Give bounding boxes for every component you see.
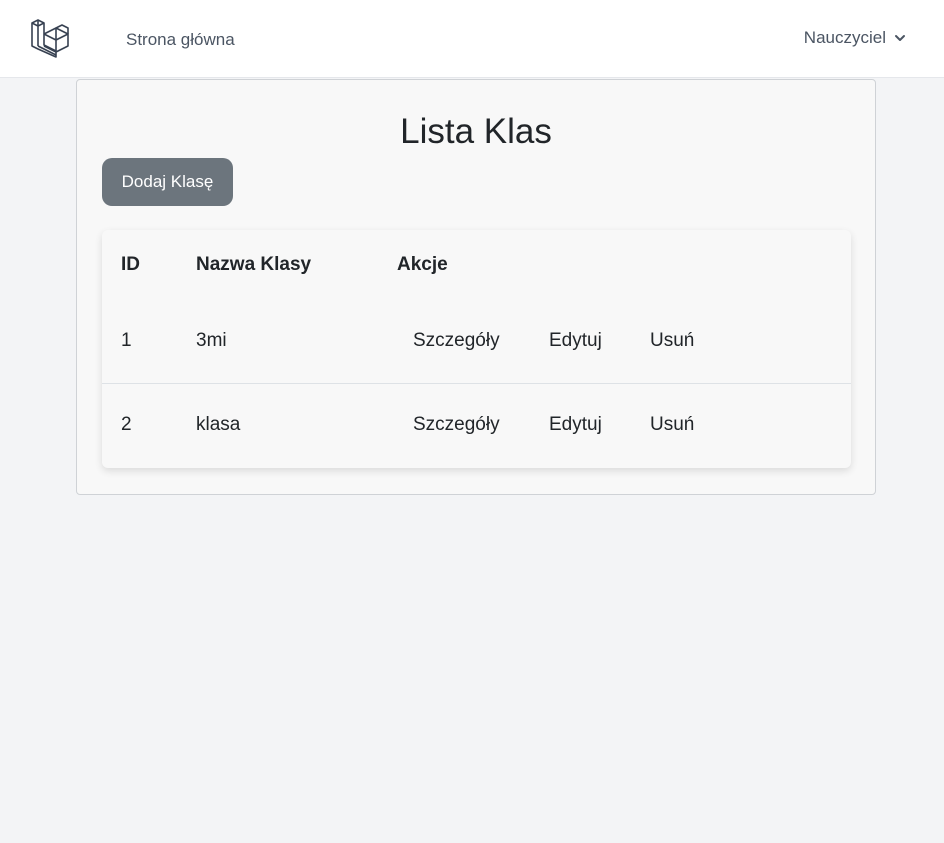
edit-link[interactable]: Edytuj xyxy=(549,330,602,352)
class-name-cell: 3mi xyxy=(196,330,227,351)
edit-link[interactable]: Edytuj xyxy=(549,414,602,436)
nav-link-home[interactable]: Strona główna xyxy=(126,30,235,50)
details-link[interactable]: Szczegóły xyxy=(413,414,500,436)
user-menu-label: Nauczyciel xyxy=(803,28,886,47)
class-name-cell: klasa xyxy=(196,414,241,435)
class-id-cell: 1 xyxy=(121,330,132,351)
table-row: 2 klasa Szczegóły Edytuj Usuń xyxy=(102,384,851,468)
column-header-id: ID xyxy=(121,254,140,275)
page-title: Lista Klas xyxy=(400,112,552,151)
table-header-row: ID Nazwa Klasy Akcje xyxy=(102,230,851,300)
column-header-actions: Akcje xyxy=(397,254,448,275)
user-menu-dropdown[interactable]: Nauczyciel xyxy=(804,28,906,48)
laravel-logo-icon[interactable] xyxy=(30,18,71,59)
delete-link[interactable]: Usuń xyxy=(650,330,694,352)
class-table: ID Nazwa Klasy Akcje 1 3mi Szczegóły Edy… xyxy=(102,230,851,468)
add-class-button[interactable]: Dodaj Klasę xyxy=(102,158,233,206)
chevron-down-icon xyxy=(895,35,905,41)
top-navbar: Strona główna Nauczyciel xyxy=(0,0,944,78)
delete-link[interactable]: Usuń xyxy=(650,414,694,436)
class-id-cell: 2 xyxy=(121,414,132,435)
details-link[interactable]: Szczegóły xyxy=(413,330,500,352)
column-header-name: Nazwa Klasy xyxy=(196,254,312,275)
table-row: 1 3mi Szczegóły Edytuj Usuń xyxy=(102,300,851,384)
class-list-card: Lista Klas Dodaj Klasę ID Nazwa Klasy Ak… xyxy=(76,79,876,495)
